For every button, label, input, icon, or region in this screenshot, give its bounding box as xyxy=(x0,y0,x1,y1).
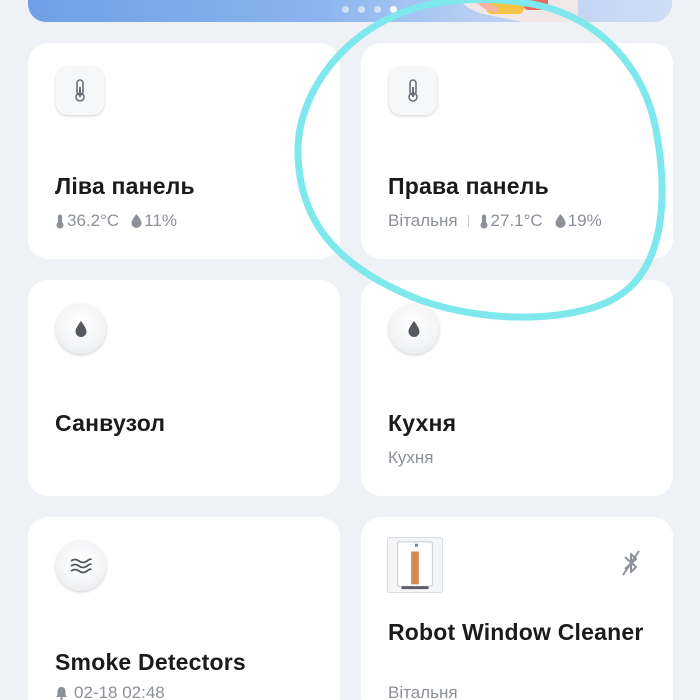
humidity-icon xyxy=(131,214,142,228)
humidity-icon xyxy=(555,214,566,228)
humidity-value: 11% xyxy=(144,211,177,230)
device-name: Санвузол xyxy=(55,410,166,436)
banner-dot[interactable] xyxy=(358,6,365,13)
device-readings: 36.2°C 11% xyxy=(55,211,177,231)
room-label: Вітальня xyxy=(388,683,458,700)
robot-window-cleaner-image xyxy=(387,537,443,593)
device-name: Ліва панель xyxy=(55,173,195,199)
device-name: Robot Window Cleaner xyxy=(388,619,644,645)
device-card-right-panel[interactable]: Права панель Вітальня 27.1°C 19% xyxy=(361,43,673,259)
device-card-left-panel[interactable]: Ліва панель 36.2°C 11% xyxy=(28,43,340,259)
banner-pagination[interactable] xyxy=(342,6,397,13)
humidity-value: 19% xyxy=(567,211,602,230)
device-readings: Вітальня 27.1°C 19% xyxy=(388,211,602,231)
banner-dot[interactable] xyxy=(374,6,381,13)
bell-icon xyxy=(56,687,67,700)
last-alarm: 02-18 02:48 xyxy=(55,683,165,700)
device-name: Smoke Detectors xyxy=(55,649,246,675)
smoke-waves-icon xyxy=(56,541,106,591)
device-card-smoke-detectors[interactable]: Smoke Detectors 02-18 02:48 xyxy=(28,517,340,700)
temperature-value: 27.1°C xyxy=(490,211,543,230)
temperature-icon xyxy=(56,214,64,228)
banner-dot[interactable] xyxy=(342,6,349,13)
banner-illustration xyxy=(459,0,578,22)
water-drop-icon xyxy=(389,304,439,354)
temperature-icon xyxy=(480,214,488,228)
thermometer-icon xyxy=(389,67,437,115)
device-card-kitchen[interactable]: Кухня Кухня xyxy=(361,280,673,496)
separator xyxy=(467,215,469,227)
device-card-robot-window-cleaner[interactable]: Robot Window Cleaner Вітальня xyxy=(361,517,673,700)
water-drop-icon xyxy=(56,304,106,354)
temperature-value: 36.2°C xyxy=(67,211,120,230)
device-name: Кухня xyxy=(388,410,457,436)
last-alarm-time: 02-18 02:48 xyxy=(74,683,165,700)
promo-banner[interactable] xyxy=(28,0,672,22)
room-label: Кухня xyxy=(388,448,434,467)
thermometer-icon xyxy=(56,67,104,115)
device-name: Права панель xyxy=(388,173,549,199)
device-card-bathroom[interactable]: Санвузол xyxy=(28,280,340,496)
bluetooth-off-icon[interactable] xyxy=(619,549,643,582)
room-label: Вітальня xyxy=(388,211,458,230)
banner-dot-active[interactable] xyxy=(390,6,397,13)
